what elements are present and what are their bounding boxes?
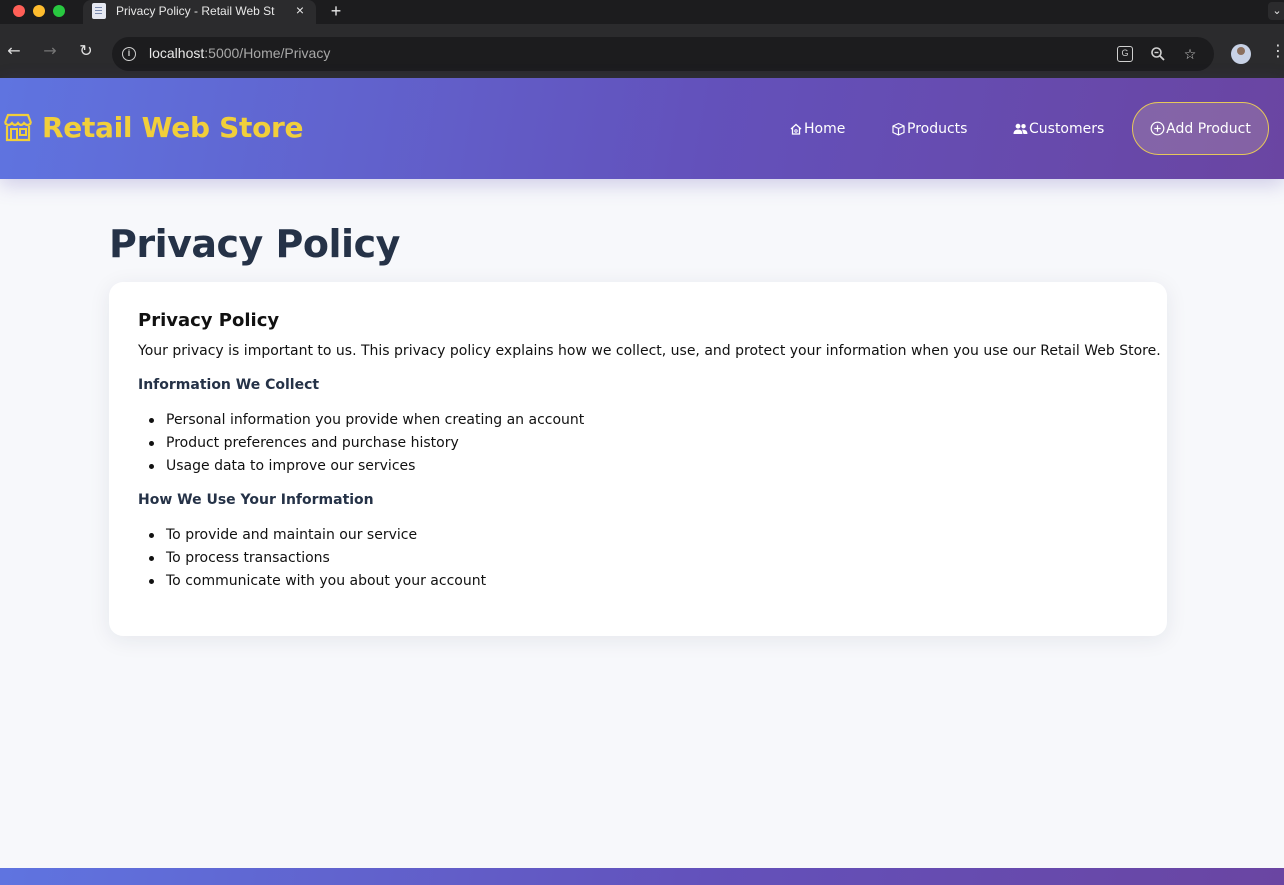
nav-customers-link[interactable]: Customers [1013,119,1104,139]
card-intro: Your privacy is important to us. This pr… [138,343,1161,359]
list-item: To provide and maintain our service [148,527,486,550]
nav-products-link[interactable]: Products [891,119,967,139]
nav-home-label: Home [804,121,846,137]
url-path: :5000/Home/Privacy [204,45,331,61]
reload-icon[interactable]: ↻ [76,41,96,61]
use-list: To provide and maintain our service To p… [148,527,486,596]
tab-close-icon[interactable]: × [292,2,308,18]
url-text[interactable]: localhost:5000/Home/Privacy [149,45,330,61]
browser-toolbar: ← → ↻ i localhost:5000/Home/Privacy G ☆ … [0,24,1284,78]
list-item: To communicate with you about your accou… [148,573,486,596]
nav-customers-label: Customers [1029,121,1105,137]
card-title: Privacy Policy [138,310,280,331]
section-heading-information-we-collect: Information We Collect [138,377,320,393]
list-item: To process transactions [148,550,486,573]
url-host: localhost [149,45,205,61]
home-icon [790,123,802,135]
zoom-icon[interactable] [1149,46,1167,64]
brand-name: Retail Web Store [42,111,304,144]
section-heading-how-we-use: How We Use Your Information [138,492,374,508]
new-tab-button[interactable]: + [326,1,346,21]
address-bar[interactable]: i localhost:5000/Home/Privacy G ☆ [112,37,1214,71]
bookmark-star-icon[interactable]: ☆ [1181,46,1199,64]
site-header: Retail Web Store Home Products Customers… [0,78,1284,179]
box-icon [892,122,905,136]
translate-icon[interactable]: G [1117,46,1133,62]
tab-title: Privacy Policy - Retail Web St [116,4,275,18]
site-footer [0,868,1284,885]
plus-circle-icon [1150,121,1165,136]
list-item: Usage data to improve our services [148,458,584,481]
window-minimize-button[interactable] [33,5,45,17]
add-product-button[interactable]: Add Product [1132,102,1269,155]
storefront-icon [3,113,33,142]
browser-tab-active[interactable]: Privacy Policy - Retail Web St × [83,0,316,24]
list-item: Product preferences and purchase history [148,435,584,458]
nav-products-label: Products [907,121,968,137]
add-product-label: Add Product [1166,120,1251,137]
privacy-card: Privacy Policy Your privacy is important… [109,282,1167,636]
nav-home-link[interactable]: Home [789,119,845,139]
menu-kebab-icon[interactable]: ⋮ [1270,41,1284,61]
window-close-button[interactable] [13,5,25,17]
document-favicon-icon [92,3,106,19]
back-arrow-icon[interactable]: ← [4,41,24,61]
window-zoom-button[interactable] [53,5,65,17]
site-info-icon[interactable]: i [122,47,136,61]
users-icon [1013,123,1028,134]
profile-avatar[interactable] [1231,44,1251,64]
tab-search-chevron-icon[interactable]: ⌄ [1268,2,1284,20]
page-title: Privacy Policy [109,222,400,266]
list-item: Personal information you provide when cr… [148,412,584,435]
collect-list: Personal information you provide when cr… [148,412,584,481]
forward-arrow-icon[interactable]: → [40,41,60,61]
